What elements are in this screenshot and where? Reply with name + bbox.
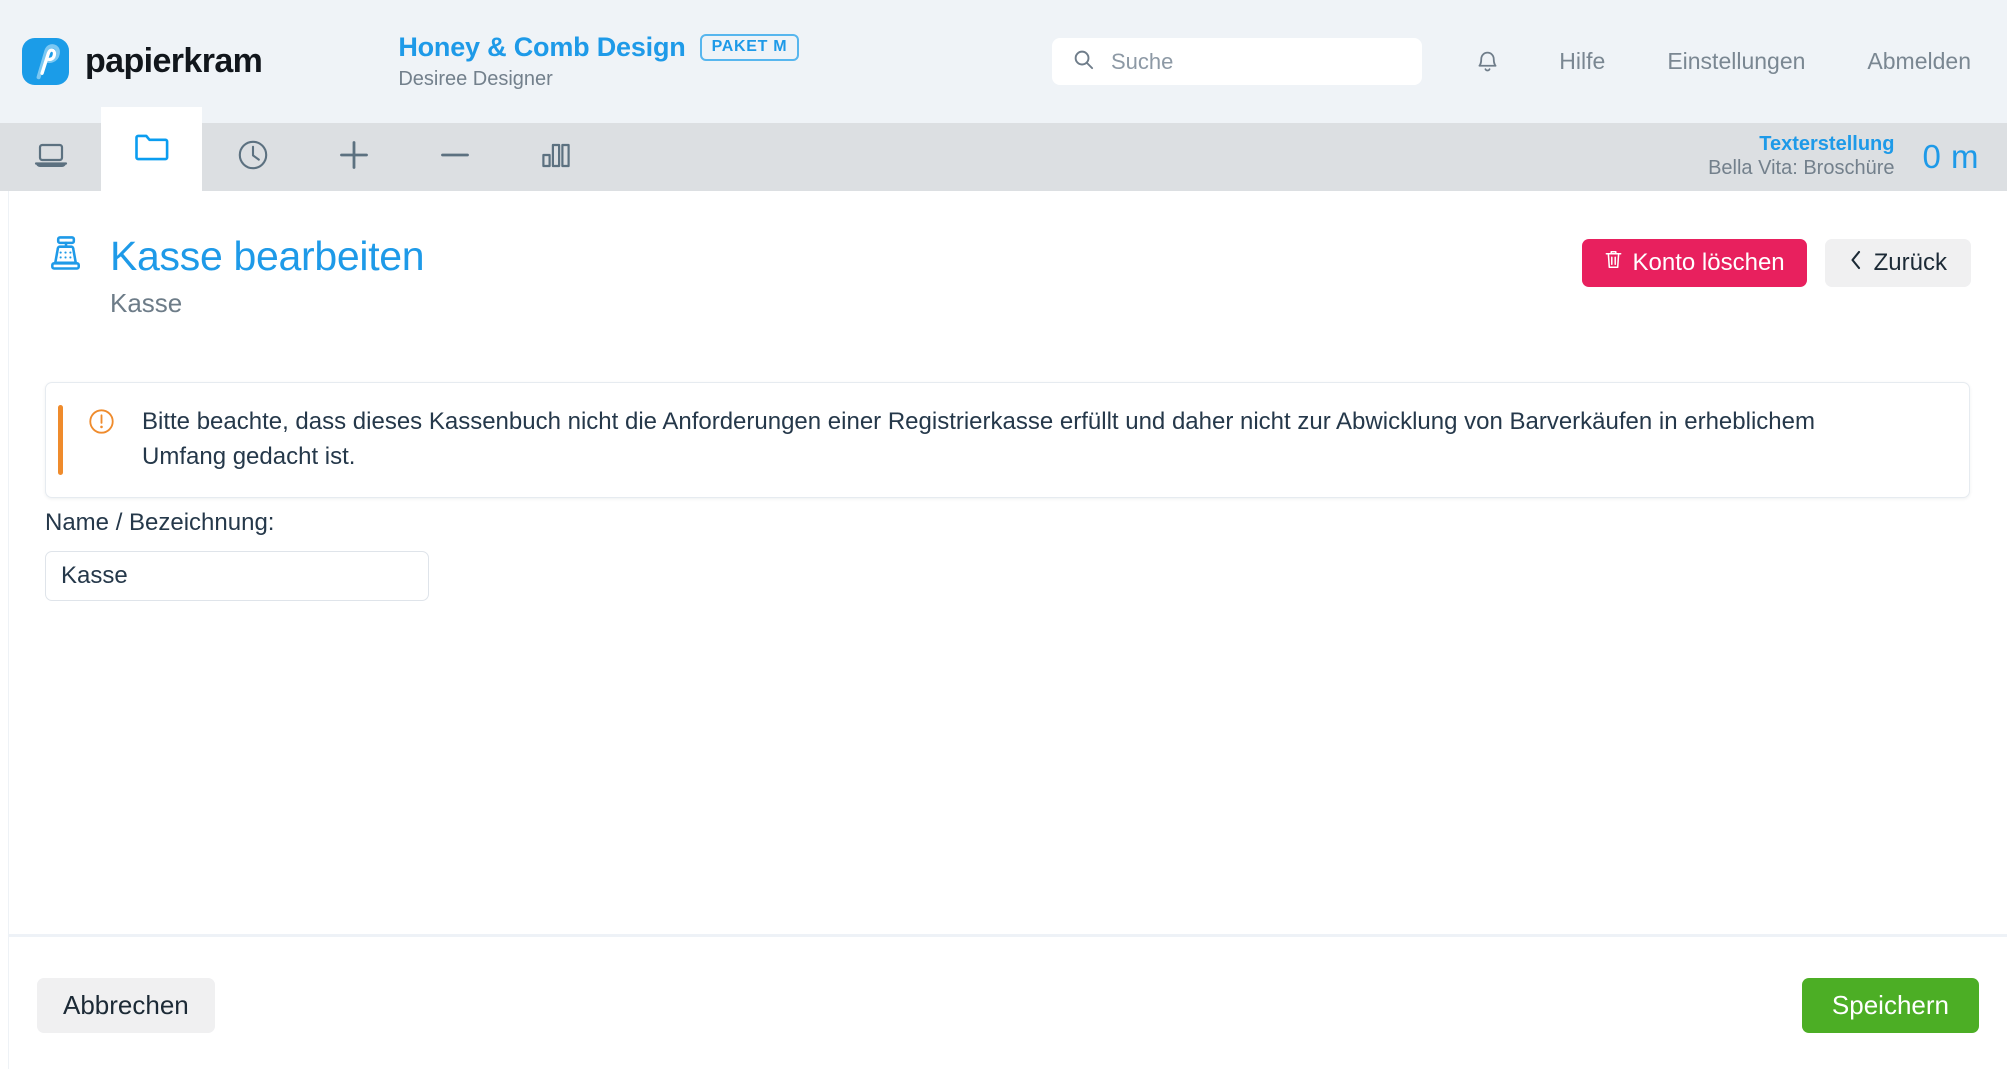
package-badge: PAKET M (699, 34, 800, 61)
bar-chart-icon (540, 141, 572, 174)
page-actions: Konto löschen Zurück (1581, 239, 1971, 287)
alert-message: Bitte beachte, dass dieses Kassenbuch ni… (142, 408, 1815, 470)
bell-icon[interactable] (1447, 48, 1528, 75)
timer-task-name: Texterstellung (1759, 133, 1895, 156)
app-header: papierkram Honey & Comb Design PAKET M D… (0, 0, 2007, 123)
page-header: Kasse bearbeiten Kasse (45, 233, 425, 319)
form-footer: Abbrechen Speichern (8, 937, 2007, 1069)
brand-name: papierkram (85, 42, 263, 80)
search-icon (1072, 48, 1095, 76)
tab-dashboard[interactable] (0, 123, 101, 191)
main-content: Kasse bearbeiten Kasse Konto löschen Zur… (8, 191, 2007, 935)
trash-icon (1604, 249, 1623, 277)
plus-icon (337, 138, 371, 177)
name-field-group: Name / Bezeichnung: (45, 509, 429, 601)
nav-link-hilfe[interactable]: Hilfe (1528, 48, 1636, 75)
warning-alert: Bitte beachte, dass dieses Kassenbuch ni… (45, 382, 1970, 498)
company-name[interactable]: Honey & Comb Design (398, 32, 685, 63)
back-button[interactable]: Zurück (1824, 239, 1971, 287)
clock-icon (236, 138, 270, 177)
active-timer[interactable]: Texterstellung Bella Vita: Broschüre 0 m (1708, 123, 2007, 191)
name-input[interactable] (45, 551, 429, 601)
page-subtitle: Kasse (110, 288, 183, 319)
name-field-label: Name / Bezeichnung: (45, 509, 275, 536)
tab-projects[interactable] (101, 107, 202, 191)
tab-time-tracking[interactable] (202, 123, 303, 191)
delete-account-button[interactable]: Konto löschen (1581, 239, 1807, 287)
exclamation-circle-icon (87, 407, 116, 441)
cash-register-icon (45, 234, 88, 282)
module-tabbar: Texterstellung Bella Vita: Broschüre 0 m (0, 107, 2007, 191)
tab-reports[interactable] (505, 123, 606, 191)
minus-icon (438, 138, 472, 177)
papierkram-logo-icon (22, 38, 69, 85)
page-title: Kasse bearbeiten (110, 233, 425, 279)
alert-accent-bar (58, 405, 63, 475)
timer-project-name: Bella Vita: Broschüre (1708, 157, 1895, 179)
save-button[interactable]: Speichern (1801, 978, 1979, 1033)
chevron-left-icon (1849, 249, 1863, 278)
header-nav: Hilfe Einstellungen Abmelden (1447, 0, 2007, 123)
user-name: Desiree Designer (398, 68, 553, 90)
nav-link-abmelden[interactable]: Abmelden (1836, 48, 2007, 75)
laptop-icon (33, 140, 69, 175)
nav-link-einstellungen[interactable]: Einstellungen (1636, 48, 1836, 75)
tab-expenses[interactable] (404, 123, 505, 191)
back-button-label: Zurück (1873, 249, 1947, 276)
delete-account-label: Konto löschen (1632, 249, 1785, 276)
cancel-button[interactable]: Abbrechen (37, 978, 215, 1033)
folder-icon (133, 131, 171, 168)
company-info: Honey & Comb Design PAKET M Desiree Desi… (398, 32, 800, 91)
timer-elapsed-value: 0 m (1922, 138, 1979, 175)
brand-logo[interactable]: papierkram (22, 38, 263, 85)
tab-income[interactable] (303, 123, 404, 191)
search-placeholder-text: Suche (1111, 48, 1174, 74)
search-input[interactable]: Suche (1052, 38, 1422, 85)
